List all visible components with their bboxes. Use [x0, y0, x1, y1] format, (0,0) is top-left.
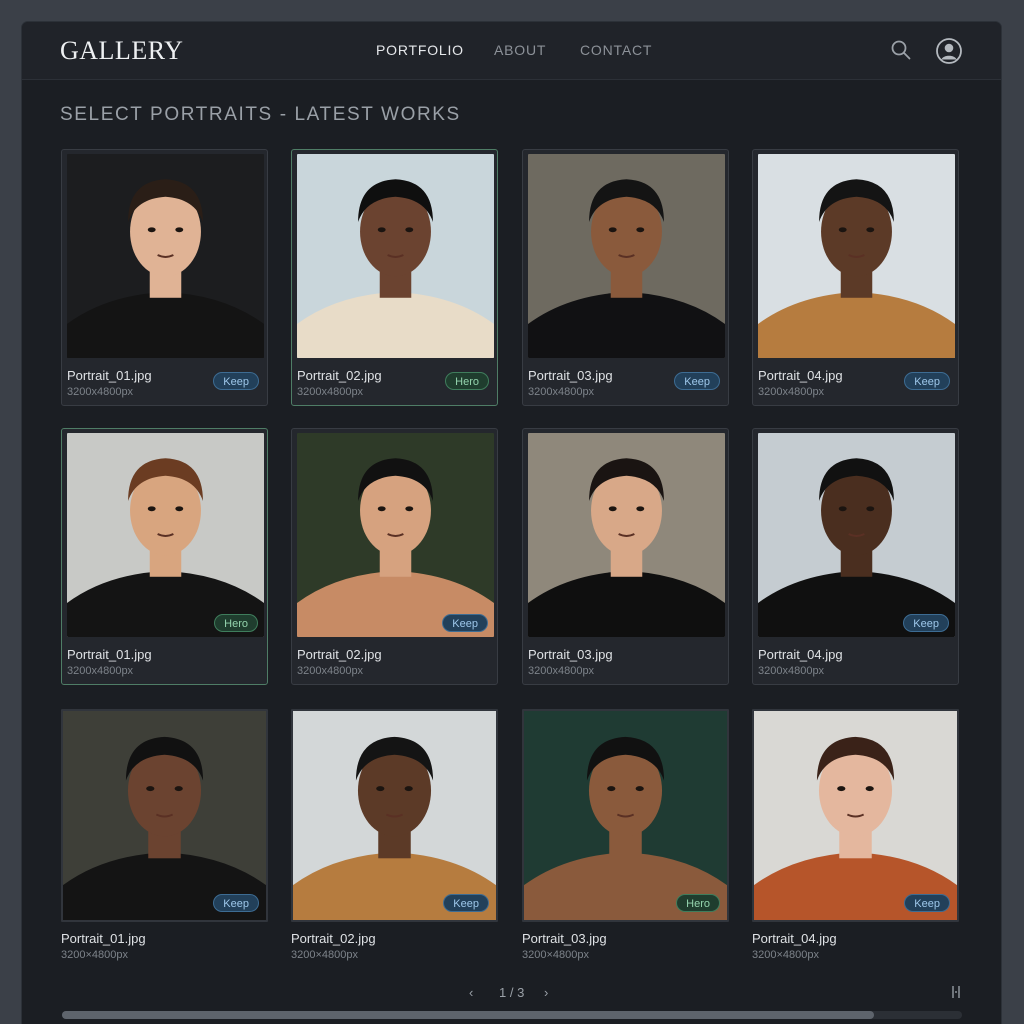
- file-name: Portrait_01.jpg: [67, 368, 152, 383]
- image-dimensions: 3200x4800px: [297, 665, 364, 677]
- portrait-card[interactable]: Portrait_02.jpg 3200x4800px Keep: [291, 428, 498, 685]
- keep-badge[interactable]: Keep: [904, 372, 950, 390]
- portrait-card[interactable]: Portrait_03.jpg 3200x4800px Keep: [522, 149, 729, 406]
- file-name: Portrait_01.jpg: [67, 647, 152, 662]
- image-dimensions: 3200×4800px: [522, 949, 589, 961]
- gallery-logo[interactable]: GALLERY: [60, 36, 183, 66]
- keep-badge[interactable]: Keep: [213, 372, 259, 390]
- image-dimensions: 3200x4800px: [297, 386, 364, 398]
- hero-badge[interactable]: Hero: [676, 894, 720, 912]
- file-name: Portrait_01.jpg: [61, 931, 146, 946]
- image-dimensions: 3200x4800px: [528, 665, 595, 677]
- user-icon[interactable]: [935, 37, 963, 65]
- keep-badge[interactable]: Keep: [674, 372, 720, 390]
- file-name: Portrait_02.jpg: [297, 368, 382, 383]
- portrait-thumbnail[interactable]: [67, 154, 264, 358]
- portrait-thumbnail[interactable]: [758, 154, 955, 358]
- image-dimensions: 3200×4800px: [752, 949, 819, 961]
- nav-contact[interactable]: CONTACT: [580, 42, 652, 58]
- portrait-thumbnail[interactable]: [67, 433, 264, 637]
- portrait-thumbnail[interactable]: [297, 433, 494, 637]
- image-dimensions: 3200x4800px: [67, 665, 134, 677]
- file-name: Portrait_04.jpg: [752, 931, 837, 946]
- portrait-thumbnail[interactable]: [758, 433, 955, 637]
- prev-page-button[interactable]: ‹: [469, 985, 473, 1000]
- file-name: Portrait_04.jpg: [758, 368, 843, 383]
- portrait-thumbnail[interactable]: [297, 154, 494, 358]
- keep-badge[interactable]: Keep: [442, 614, 488, 632]
- file-name: Portrait_02.jpg: [297, 647, 382, 662]
- page-indicator: 1 / 3: [499, 985, 525, 1000]
- nav-portfolio[interactable]: PORTFOLIO: [376, 42, 464, 58]
- portrait-card[interactable]: Portrait_02.jpg 3200x4800px Hero: [291, 149, 498, 406]
- column-toggle-icon[interactable]: [949, 984, 963, 1000]
- keep-badge[interactable]: Keep: [904, 894, 950, 912]
- search-icon[interactable]: [890, 39, 912, 61]
- next-page-button[interactable]: ›: [544, 985, 548, 1000]
- file-name: Portrait_03.jpg: [528, 647, 613, 662]
- keep-badge[interactable]: Keep: [903, 614, 949, 632]
- portrait-thumbnail[interactable]: [528, 433, 725, 637]
- portrait-card[interactable]: Portrait_04.jpg 3200x4800px Keep: [752, 149, 959, 406]
- hero-badge[interactable]: Hero: [445, 372, 489, 390]
- horizontal-scrollbar[interactable]: [62, 1011, 962, 1019]
- image-dimensions: 3200×4800px: [291, 949, 358, 961]
- portrait-card[interactable]: Portrait_01.jpg 3200x4800px Hero: [61, 428, 268, 685]
- keep-badge[interactable]: Keep: [443, 894, 489, 912]
- hero-badge[interactable]: Hero: [214, 614, 258, 632]
- keep-badge[interactable]: Keep: [213, 894, 259, 912]
- top-nav-bar: GALLERY PORTFOLIO ABOUT CONTACT: [22, 22, 1001, 80]
- nav-about[interactable]: ABOUT: [494, 42, 546, 58]
- image-dimensions: 3200x4800px: [758, 386, 825, 398]
- file-name: Portrait_02.jpg: [291, 931, 376, 946]
- portrait-thumbnail[interactable]: [61, 709, 268, 922]
- image-dimensions: 3200x4800px: [67, 386, 134, 398]
- file-name: Portrait_03.jpg: [528, 368, 613, 383]
- portrait-thumbnail[interactable]: [528, 154, 725, 358]
- portrait-card[interactable]: Portrait_01.jpg 3200x4800px Keep: [61, 149, 268, 406]
- file-name: Portrait_04.jpg: [758, 647, 843, 662]
- page-heading: SELECT PORTRAITS - LATEST WORKS: [60, 104, 461, 125]
- image-dimensions: 3200x4800px: [758, 665, 825, 677]
- image-dimensions: 3200x4800px: [528, 386, 595, 398]
- file-name: Portrait_03.jpg: [522, 931, 607, 946]
- portrait-thumbnail[interactable]: [522, 709, 729, 922]
- portrait-thumbnail[interactable]: [291, 709, 498, 922]
- portrait-card[interactable]: Portrait_03.jpg 3200x4800px: [522, 428, 729, 685]
- image-dimensions: 3200×4800px: [61, 949, 128, 961]
- horizontal-scroll-thumb[interactable]: [62, 1011, 874, 1019]
- portrait-card[interactable]: Portrait_04.jpg 3200x4800px Keep: [752, 428, 959, 685]
- portrait-thumbnail[interactable]: [752, 709, 959, 922]
- gallery-window: GALLERY PORTFOLIO ABOUT CONTACT SELECT P…: [22, 22, 1001, 1024]
